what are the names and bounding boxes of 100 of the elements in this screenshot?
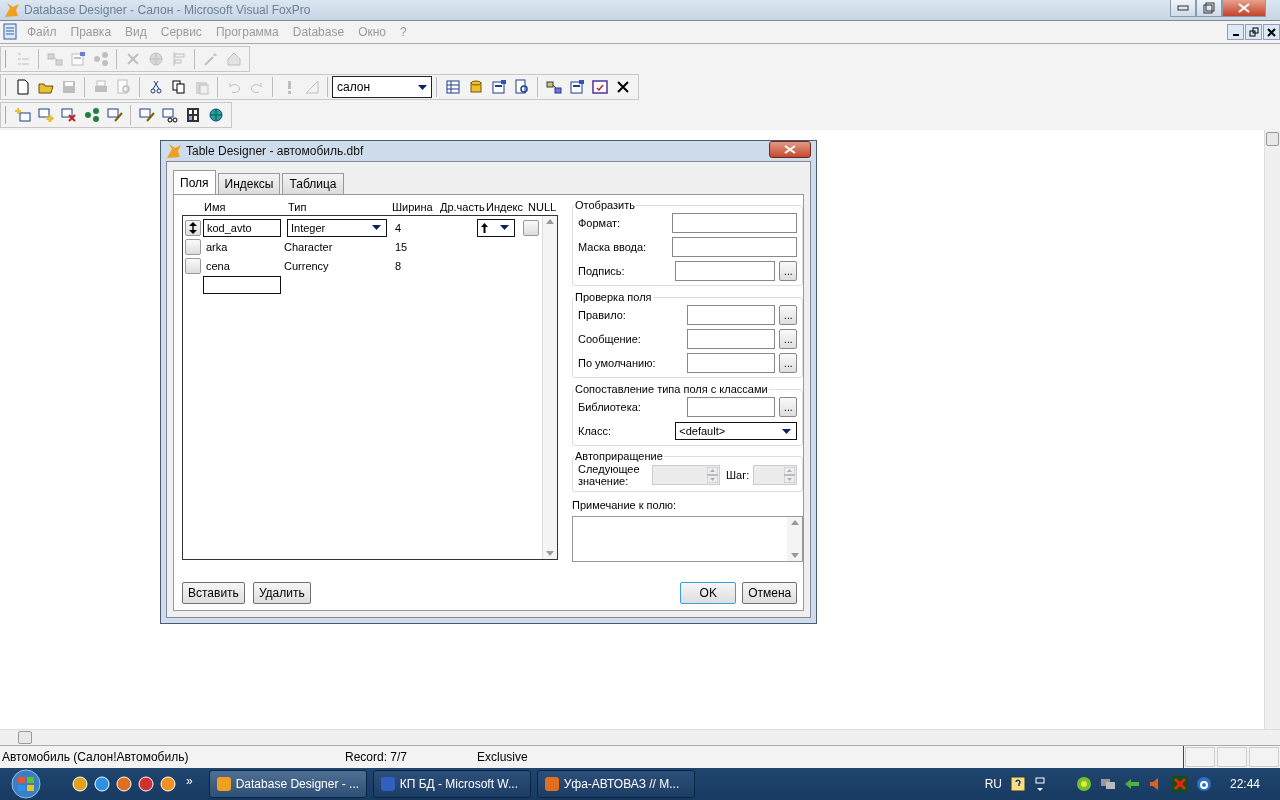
field-label: Сообщение:: [578, 333, 642, 345]
circle-icon[interactable]: [1195, 776, 1212, 792]
taskbar-button[interactable]: Database Designer - ...: [208, 770, 367, 798]
field-label: Подпись:: [578, 265, 626, 277]
tab[interactable]: Поля: [173, 170, 216, 194]
database-dropdown[interactable]: салон: [332, 76, 432, 98]
help-icon[interactable]: [1009, 776, 1026, 792]
column-header: NULL: [528, 201, 558, 213]
caret-icon: [500, 225, 509, 230]
more-button[interactable]: »: [186, 774, 193, 788]
group-title: Проверка поля: [574, 291, 653, 303]
insert-button[interactable]: Вставить: [182, 582, 245, 604]
minimize-button[interactable]: [1227, 24, 1244, 40]
scroll-down-icon[interactable]: [790, 553, 799, 558]
form-icon[interactable]: [490, 79, 507, 95]
restore-icon: [1248, 27, 1259, 37]
status-panel: [1217, 747, 1247, 767]
input-field[interactable]: [672, 237, 798, 257]
app-launch-icon[interactable]: [116, 776, 132, 792]
scroll-up-icon[interactable]: [790, 520, 799, 525]
app-launch-icon[interactable]: [138, 776, 154, 792]
edit-table-icon[interactable]: [106, 107, 123, 123]
class-dropdown[interactable]: <default>: [675, 422, 798, 440]
document-menu-icon[interactable]: [2, 23, 20, 41]
scissors-icon[interactable]: [147, 79, 164, 95]
pages-icon[interactable]: [170, 79, 187, 95]
network-icon[interactable]: [1099, 776, 1116, 792]
taskbar-button[interactable]: Уфа-АВТОВАЗ // M...: [536, 770, 695, 798]
window-icon[interactable]: [591, 79, 608, 95]
close-icon: [1267, 27, 1276, 37]
arrow-up-icon: [481, 222, 488, 233]
field-label: По умолчанию:: [578, 357, 657, 369]
app-launch-icon[interactable]: [72, 776, 88, 792]
cylinder-icon[interactable]: [467, 79, 484, 95]
input-field[interactable]: [687, 397, 776, 417]
restore-button[interactable]: [1245, 24, 1262, 40]
tab[interactable]: Таблица: [282, 173, 344, 194]
magnifier-page-icon[interactable]: [513, 79, 530, 95]
index-dropdown[interactable]: [477, 218, 515, 237]
taskbar-button[interactable]: КП БД - Microsoft W...: [372, 770, 531, 798]
scroll-up-icon[interactable]: [546, 219, 554, 224]
vertical-scrollbar[interactable]: [1264, 130, 1280, 729]
null-checkbox[interactable]: [523, 219, 539, 236]
document-icon[interactable]: [14, 79, 31, 95]
browse-button[interactable]: ...: [779, 305, 798, 325]
globe-icon[interactable]: [207, 107, 224, 123]
grid-icon[interactable]: [444, 79, 461, 95]
edit-table-icon[interactable]: [138, 107, 155, 123]
delete-button[interactable]: Удалить: [252, 582, 311, 604]
add-table-icon[interactable]: [37, 107, 54, 123]
input-field[interactable]: [672, 213, 798, 233]
input-field[interactable]: [687, 329, 776, 349]
glasses-table-icon[interactable]: [161, 107, 178, 123]
cancel-button[interactable]: Отмена: [742, 582, 798, 604]
horizontal-scrollbar[interactable]: [0, 729, 1280, 745]
comment-field[interactable]: [572, 516, 804, 562]
new-field-input[interactable]: [203, 275, 281, 294]
app-icon: [215, 776, 232, 792]
name-text: arka: [205, 239, 229, 255]
relation-icon[interactable]: [545, 79, 562, 95]
restore-button[interactable]: [1196, 0, 1222, 17]
up-down-arrow-icon: [189, 221, 197, 234]
name-field[interactable]: kod_avto: [203, 218, 281, 237]
grid-scrollbar[interactable]: [542, 216, 557, 559]
app-launch-icon[interactable]: [160, 776, 176, 792]
browse-button[interactable]: ...: [779, 397, 798, 417]
type-dropdown[interactable]: Integer: [287, 218, 387, 237]
table-cell-text: 8: [394, 259, 403, 272]
input-field[interactable]: [675, 261, 776, 281]
language-indicator[interactable]: RU: [984, 777, 1002, 791]
app-icon: [543, 776, 560, 792]
scroll-down-icon[interactable]: [546, 551, 554, 556]
field-label: Формат:: [578, 217, 622, 229]
arrow-icon[interactable]: [1123, 776, 1140, 792]
new-table-icon[interactable]: [14, 107, 31, 123]
group-title: Автоприращение: [574, 451, 664, 461]
caret-icon: [418, 84, 427, 90]
network-icon[interactable]: [83, 107, 100, 123]
dialog-title: Table Designer - автомобиль.dbf: [186, 144, 365, 158]
input-field[interactable]: [687, 353, 776, 373]
flower-icon[interactable]: [1075, 776, 1092, 792]
cross-icon[interactable]: [1171, 776, 1188, 792]
row-selector-button[interactable]: [185, 257, 201, 274]
close-button[interactable]: [1263, 24, 1280, 40]
app-launch-icon[interactable]: [94, 776, 110, 792]
row-mover-button[interactable]: [185, 219, 201, 236]
input-field[interactable]: [687, 305, 776, 325]
browse-button[interactable]: ...: [779, 353, 798, 373]
calculator-icon[interactable]: [184, 107, 201, 123]
table-cell-text: Character: [283, 240, 334, 253]
browse-button[interactable]: ...: [779, 261, 798, 281]
remove-table-icon[interactable]: [60, 107, 77, 123]
form-icon[interactable]: [568, 79, 585, 95]
ok-button[interactable]: OK: [680, 582, 737, 604]
close-button[interactable]: [769, 141, 811, 158]
status-text: Record: 7/7: [344, 750, 409, 764]
status-panel: [1185, 747, 1215, 767]
tab[interactable]: Индексы: [217, 173, 281, 194]
browse-button[interactable]: ...: [779, 329, 798, 349]
window-icon[interactable]: [1033, 776, 1046, 792]
